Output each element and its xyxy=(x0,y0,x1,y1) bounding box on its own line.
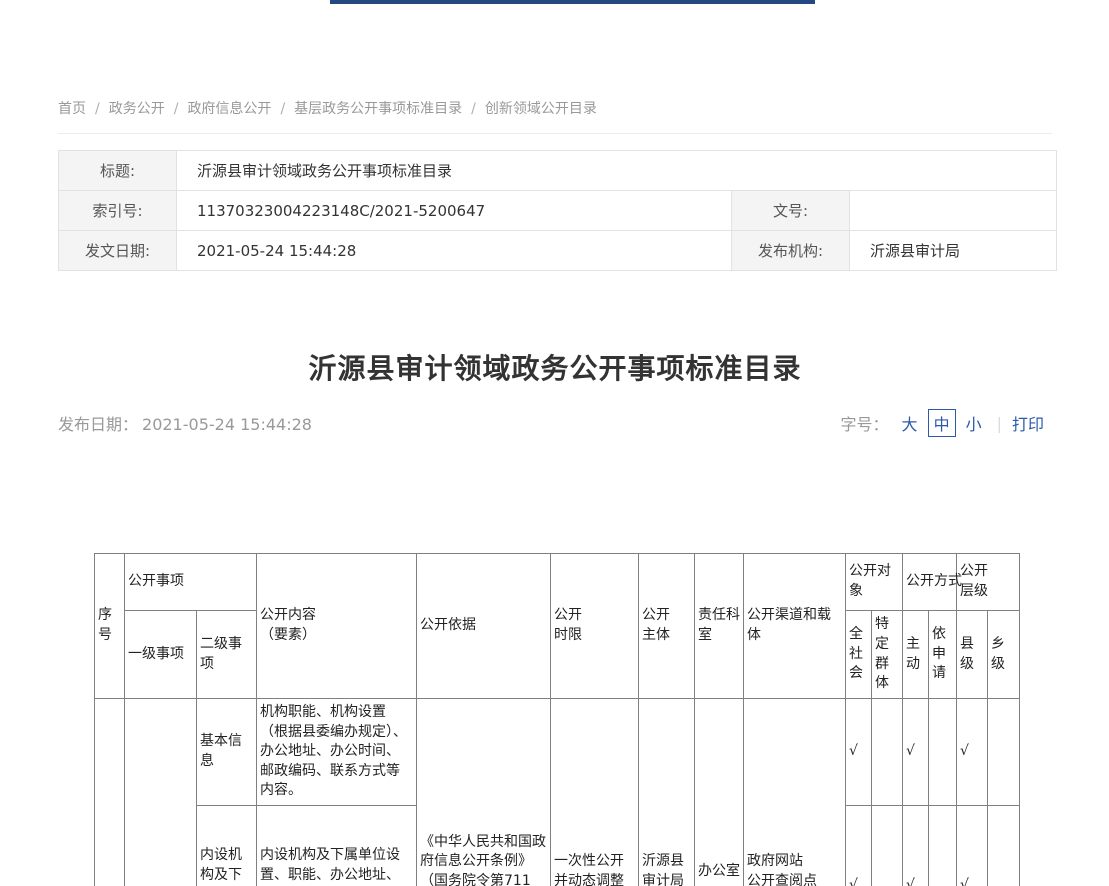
meta-org-value: 沂源县审计局 xyxy=(850,231,1057,271)
publish-date-value: 2021-05-24 15:44:28 xyxy=(142,415,312,434)
font-large-button[interactable]: 大 xyxy=(902,411,918,435)
breadcrumb-gov-info[interactable]: 政府信息公开 xyxy=(187,101,271,117)
check-proactive: √ xyxy=(903,806,929,886)
breadcrumb-separator: / xyxy=(95,101,100,117)
meta-org-label: 发布机构: xyxy=(732,231,850,271)
header-level2: 二级事项 xyxy=(197,611,257,699)
meta-index-label: 索引号: xyxy=(59,191,177,231)
header-township: 乡级 xyxy=(988,611,1020,699)
breadcrumb: 首页 / 政务公开 / 政府信息公开 / 基层政务公开事项标准目录 / 创新领域公开目录 xyxy=(58,98,1052,134)
page-title: 沂源县审计领域政务公开事项标准目录 xyxy=(58,347,1052,387)
breadcrumb-standard-catalog[interactable]: 基层政务公开事项标准目录 xyxy=(294,101,462,117)
header-level1: 一级事项 xyxy=(125,611,197,699)
article-tools: 字号： 大 中 小 | 打印 xyxy=(841,409,1044,437)
meta-index-value: 11370323004223148C/2021-5200647 xyxy=(177,191,732,231)
header-content: 公开内容 （要素） xyxy=(257,554,417,699)
check-proactive: √ xyxy=(903,699,929,806)
header-channel: 公开渠道和载体 xyxy=(744,554,846,699)
meta-date-label: 发文日期: xyxy=(59,231,177,271)
check-all-society: √ xyxy=(846,699,872,806)
table-row: 基本信息 机构职能、机构设置（根据县委编办规定）、办公地址、办公时间、邮政编码、… xyxy=(95,699,1020,806)
font-small-button[interactable]: 小 xyxy=(966,411,982,435)
header-dept: 责任科室 xyxy=(695,554,744,699)
header-county: 县级 xyxy=(957,611,988,699)
cell-channel: 政府网站 公开查阅点 xyxy=(744,699,846,886)
header-level: 公开 层级 xyxy=(957,554,1020,611)
meta-title-value: 沂源县审计领域政务公开事项标准目录 xyxy=(177,151,1057,191)
font-medium-button[interactable]: 中 xyxy=(928,409,956,437)
breadcrumb-innovation-catalog[interactable]: 创新领域公开目录 xyxy=(485,101,597,117)
check-specific-group xyxy=(872,806,903,886)
meta-date-value: 2021-05-24 15:44:28 xyxy=(177,231,732,271)
cell-time-limit: 一次性公开并动态调整 xyxy=(551,699,639,886)
header-method: 公开方式 xyxy=(903,554,957,611)
cell-content: 内设机构及下属单位设置、职能、办公地址、办公时间、联系方式、负责人姓名 xyxy=(257,806,417,886)
breadcrumb-separator: / xyxy=(174,101,179,117)
cell-seq xyxy=(95,699,125,886)
page-container: 首页 / 政务公开 / 政府信息公开 / 基层政务公开事项标准目录 / 创新领域公开目录 标题:… xyxy=(58,0,1052,886)
cell-dept: 办公室 xyxy=(695,699,744,886)
cell-basis: 《中华人民共和国政府信息公开条例》（国务院令第711号） xyxy=(417,699,551,886)
check-all-society: √ xyxy=(846,806,872,886)
meta-title-label: 标题: xyxy=(59,151,177,191)
header-all-society: 全社会 xyxy=(846,611,872,699)
cell-subject: 沂源县审计局 xyxy=(639,699,695,886)
check-specific-group xyxy=(872,699,903,806)
header-specific-group: 特定群体 xyxy=(872,611,903,699)
header-on-request: 依申请 xyxy=(929,611,957,699)
cell-level1 xyxy=(125,699,197,886)
meta-docno-label: 文号: xyxy=(732,191,850,231)
cell-level2: 内设机构及下属事业单位 xyxy=(197,806,257,886)
meta-docno-value xyxy=(850,191,1057,231)
header-subject: 公开 主体 xyxy=(639,554,695,699)
publish-toolbar-row: 发布日期：2021-05-24 15:44:28 字号： 大 中 小 | 打印 xyxy=(58,409,1052,437)
breadcrumb-separator: / xyxy=(280,101,285,117)
check-township xyxy=(988,806,1020,886)
header-basis: 公开依据 xyxy=(417,554,551,699)
check-on-request xyxy=(929,806,957,886)
breadcrumb-home[interactable]: 首页 xyxy=(58,101,86,117)
breadcrumb-zhengwu[interactable]: 政务公开 xyxy=(109,101,165,117)
print-button[interactable]: 打印 xyxy=(1012,411,1044,435)
top-banner-fragment xyxy=(330,0,815,4)
publish-date-label: 发布日期： xyxy=(58,415,138,434)
check-on-request xyxy=(929,699,957,806)
cell-level2: 基本信息 xyxy=(197,699,257,806)
fontsize-label: 字号： xyxy=(841,411,889,435)
check-county: √ xyxy=(957,806,988,886)
header-public-item: 公开事项 xyxy=(125,554,257,611)
breadcrumb-separator: / xyxy=(471,101,476,117)
header-seq: 序号 xyxy=(95,554,125,699)
header-audience: 公开对象 xyxy=(846,554,903,611)
catalog-table: 序号 公开事项 公开内容 （要素） 公开依据 公开 时限 公开 主体 责任科室 … xyxy=(94,553,1020,886)
document-meta-table: 标题: 沂源县审计领域政务公开事项标准目录 索引号: 1137032300422… xyxy=(58,150,1057,271)
cell-content: 机构职能、机构设置（根据县委编办规定）、办公地址、办公时间、邮政编码、联系方式等… xyxy=(257,699,417,806)
publish-date: 发布日期：2021-05-24 15:44:28 xyxy=(58,411,316,435)
header-time-limit: 公开 时限 xyxy=(551,554,639,699)
check-county: √ xyxy=(957,699,988,806)
check-township xyxy=(988,699,1020,806)
header-proactive: 主动 xyxy=(903,611,929,699)
toolbar-divider: | xyxy=(997,414,1002,433)
